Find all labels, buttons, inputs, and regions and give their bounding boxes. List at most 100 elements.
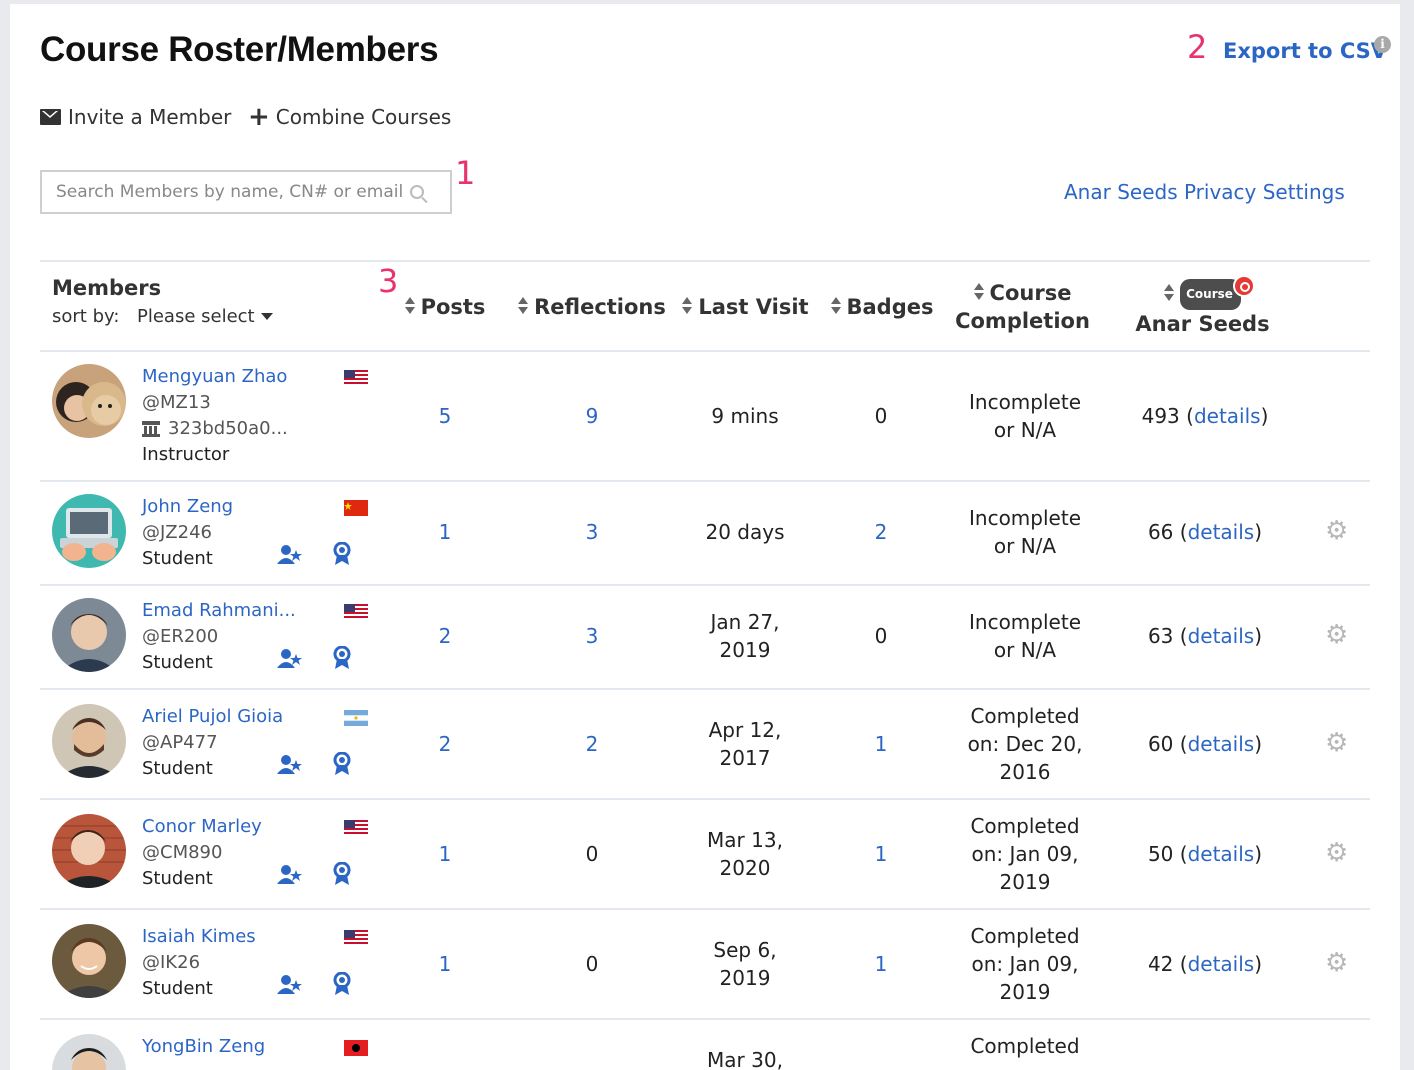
last-visit-line2: 2020 xyxy=(719,856,771,880)
anar-seeds-cell: 42 (details) xyxy=(1147,952,1263,976)
award-badge-icon[interactable] xyxy=(333,972,351,996)
member-handle: @CM890 xyxy=(142,842,223,863)
column-header-reflections[interactable]: Reflections xyxy=(512,293,672,321)
avatar[interactable] xyxy=(52,814,126,888)
award-badge-icon[interactable] xyxy=(333,542,351,566)
search-input[interactable] xyxy=(56,182,406,202)
avatar[interactable] xyxy=(52,704,126,778)
completion-line2: or N/A xyxy=(993,418,1057,442)
member-name-link[interactable]: Emad Rahmani... xyxy=(142,600,296,621)
anar-seeds-cell: 493 (details) xyxy=(1141,404,1269,428)
details-link[interactable]: details xyxy=(1188,520,1255,544)
course-completion: Completed on: Dec 20, 2016 xyxy=(950,702,1100,786)
details-link[interactable]: details xyxy=(1194,404,1261,428)
member-name-link[interactable]: Conor Marley xyxy=(142,816,262,837)
add-role-icon[interactable] xyxy=(277,864,303,886)
reflections-link[interactable]: 9 xyxy=(522,402,662,430)
reflections-link[interactable]: 3 xyxy=(522,622,662,650)
details-link[interactable]: details xyxy=(1188,842,1255,866)
sort-icon xyxy=(830,297,841,315)
annotation-2: 2 xyxy=(1187,28,1208,66)
cn-flag-icon xyxy=(344,500,368,516)
reflections-link[interactable]: 3 xyxy=(522,518,662,546)
column-header-posts[interactable]: Posts xyxy=(395,293,495,321)
us-flag-icon xyxy=(344,930,368,946)
completion-line1: Incomplete xyxy=(969,390,1081,414)
combine-courses-button[interactable]: + Combine Courses xyxy=(248,104,451,130)
completion-line3: 2019 xyxy=(999,980,1051,1004)
posts-link[interactable]: 5 xyxy=(395,402,495,430)
column-header-completion[interactable]: Course Completion xyxy=(950,279,1095,335)
table-top-divider xyxy=(40,260,1370,262)
privacy-settings-link[interactable]: Anar Seeds Privacy Settings xyxy=(1064,180,1345,204)
column-header-last-visit[interactable]: Last Visit xyxy=(678,293,813,321)
last-visit-line1: Mar 13, xyxy=(707,828,783,852)
badges-link[interactable]: 1 xyxy=(831,840,931,868)
badges-link[interactable]: 1 xyxy=(831,730,931,758)
last-visit: 9 mins xyxy=(680,402,810,430)
caret-down-icon xyxy=(260,313,273,320)
completion-line1: Incomplete xyxy=(969,610,1081,634)
gear-icon[interactable]: ⚙ xyxy=(1325,730,1348,756)
posts-link[interactable]: 1 xyxy=(395,950,495,978)
posts-link[interactable]: 2 xyxy=(395,622,495,650)
member-role: Student xyxy=(142,868,213,889)
completion-line2: on: Jan 09, xyxy=(971,952,1079,976)
badges-link[interactable]: 1 xyxy=(831,950,931,978)
award-badge-icon[interactable] xyxy=(333,862,351,886)
avatar[interactable] xyxy=(52,494,126,568)
sort-icon xyxy=(404,297,415,315)
member-name-link[interactable]: Isaiah Kimes xyxy=(142,926,256,947)
info-icon[interactable]: i xyxy=(1374,36,1391,53)
ar-flag-icon xyxy=(344,710,368,726)
export-csv-link[interactable]: Export to CSV xyxy=(1223,39,1387,63)
completion-line3: 2016 xyxy=(999,760,1051,784)
member-name-link[interactable]: YongBin Zeng xyxy=(142,1036,265,1057)
add-role-icon[interactable] xyxy=(277,754,303,776)
gear-icon[interactable]: ⚙ xyxy=(1325,518,1348,544)
page-title: Course Roster/Members xyxy=(40,30,439,69)
avatar[interactable] xyxy=(52,1034,126,1070)
member-handle: @IK26 xyxy=(142,952,201,973)
table-row: John Zeng @JZ246 Student 1 3 20 days 2 I… xyxy=(40,482,1370,584)
details-link[interactable]: details xyxy=(1188,624,1255,648)
al-flag-icon xyxy=(344,1040,368,1056)
gear-icon[interactable]: ⚙ xyxy=(1325,840,1348,866)
member-name-link[interactable]: John Zeng xyxy=(142,496,233,517)
member-institution: 323bd50a0... xyxy=(142,418,288,439)
reflections-count: 0 xyxy=(585,952,599,976)
posts-link[interactable]: 1 xyxy=(395,518,495,546)
member-name-link[interactable]: Mengyuan Zhao xyxy=(142,366,287,387)
last-visit-line2: 2019 xyxy=(719,966,771,990)
award-badge-icon[interactable] xyxy=(333,752,351,776)
avatar[interactable] xyxy=(52,924,126,998)
award-badge-icon[interactable] xyxy=(333,646,351,670)
gear-icon[interactable]: ⚙ xyxy=(1325,950,1348,976)
column-header-anar-seeds[interactable]: Course Anar Seeds xyxy=(1120,275,1285,338)
search-icon[interactable] xyxy=(410,185,424,199)
last-visit: Jan 27, 2019 xyxy=(680,608,810,664)
avatar[interactable] xyxy=(52,364,126,438)
member-name-link[interactable]: Ariel Pujol Gioia xyxy=(142,706,283,727)
gear-icon[interactable]: ⚙ xyxy=(1325,622,1348,648)
last-visit: 20 days xyxy=(680,518,810,546)
reflections-link[interactable]: 2 xyxy=(522,730,662,758)
badges-link[interactable]: 2 xyxy=(831,518,931,546)
add-role-icon[interactable] xyxy=(277,544,303,566)
completion-line2: or N/A xyxy=(993,534,1057,558)
details-link[interactable]: details xyxy=(1188,952,1255,976)
anar-seed-icon xyxy=(1232,275,1255,297)
anar-seeds-cell: 60 (details) xyxy=(1147,732,1263,756)
sort-icon xyxy=(682,297,693,315)
column-header-badges[interactable]: Badges xyxy=(822,293,942,321)
posts-link[interactable]: 2 xyxy=(395,730,495,758)
sort-by-select[interactable]: Please select xyxy=(137,306,273,327)
invite-member-button[interactable]: Invite a Member xyxy=(40,105,231,129)
completion-line3: 2019 xyxy=(999,870,1051,894)
posts-link[interactable]: 1 xyxy=(395,840,495,868)
add-role-icon[interactable] xyxy=(277,648,303,670)
avatar[interactable] xyxy=(52,598,126,672)
details-link[interactable]: details xyxy=(1188,732,1255,756)
add-role-icon[interactable] xyxy=(277,974,303,996)
table-row: Conor Marley @CM890 Student 1 0 Mar 13, 2… xyxy=(40,800,1370,908)
